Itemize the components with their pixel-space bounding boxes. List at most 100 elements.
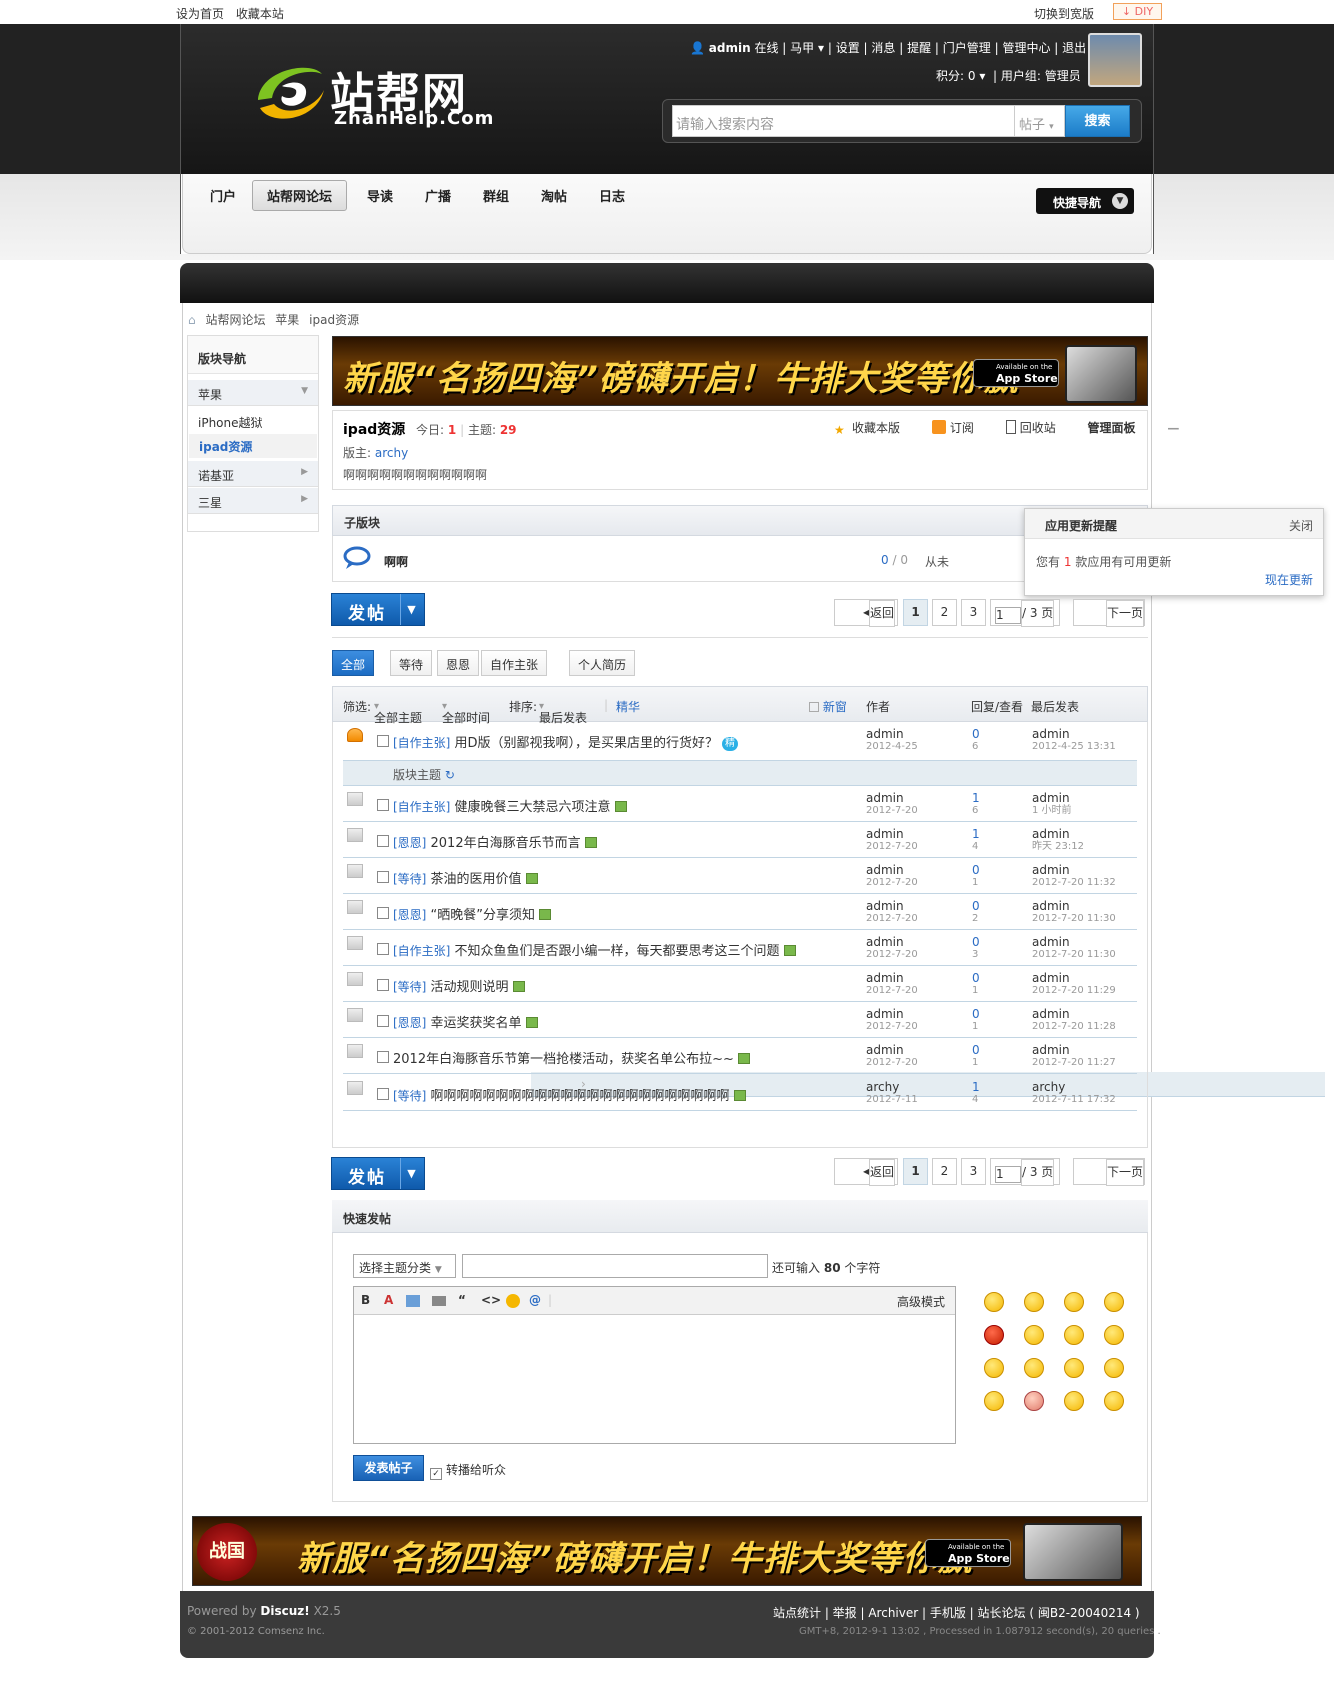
thread-checkbox[interactable] [377, 1051, 389, 1063]
smiley-icon[interactable] [984, 1391, 1004, 1411]
thread-author[interactable]: admin [866, 1007, 904, 1021]
table-row[interactable]: [等待] 茶油的医用价值 admin 2012-7-20 0 1 admin 2012-7-… [343, 858, 1137, 894]
sidebar-group-nokia[interactable]: 诺基亚 ▶ [188, 461, 318, 487]
mod-link[interactable]: archy [375, 446, 408, 460]
new-post-button[interactable]: 发帖 ▼ [331, 593, 425, 626]
nav-blog[interactable]: 日志 [599, 186, 625, 205]
ad-banner-top[interactable]: 新服“名扬四海”磅礴开启！牛排大奖等你赢 Available on the App… [332, 336, 1148, 406]
quote-icon[interactable]: “ [458, 1293, 466, 1307]
crumb-apple[interactable]: 苹果 [275, 313, 299, 327]
last-poster[interactable]: admin [1032, 863, 1070, 877]
nav-portal[interactable]: 门户 [210, 186, 236, 205]
nav-groups[interactable]: 群组 [483, 186, 509, 205]
crumb-ipad[interactable]: ipad资源 [309, 313, 359, 327]
switch-width-link[interactable]: 切换到宽版 [1034, 5, 1094, 22]
thread-checkbox[interactable] [377, 979, 389, 991]
font-color-icon[interactable]: A [384, 1293, 393, 1307]
thread-checkbox[interactable] [377, 1015, 389, 1027]
smiley-icon[interactable] [1064, 1325, 1084, 1345]
smiley-icon[interactable] [1064, 1292, 1084, 1312]
sort-select[interactable]: 最后发表 ▾ [539, 698, 587, 725]
thread-type[interactable]: [等待] [393, 872, 426, 886]
table-row[interactable]: [自作主张] 健康晚餐三大禁忌六项注意 admin 2012-7-20 1 6 admin… [343, 786, 1137, 822]
pager-back[interactable]: ◂ 返回 [834, 599, 898, 627]
subscribe-button[interactable]: 订阅 [931, 420, 988, 435]
table-row[interactable]: [恩恩] “晒晚餐”分享须知 admin 2012-7-20 0 2 admin 2012-… [343, 894, 1137, 930]
thread-checkbox[interactable] [377, 799, 389, 811]
thread-checkbox[interactable] [377, 871, 389, 883]
filter-all-time[interactable]: 全部时间 ▾ [442, 698, 490, 725]
nav-forum[interactable]: 站帮网论坛 [252, 180, 348, 211]
new-post-button-bottom[interactable]: 发帖 ▼ [331, 1157, 425, 1190]
crumb-forum[interactable]: 站帮网论坛 [205, 313, 265, 327]
last-poster[interactable]: admin [1032, 791, 1070, 805]
thread-title[interactable]: 不知众鱼鱼们是否跟小编一样，每天都要思考这三个问题 [455, 944, 780, 959]
smiley-icon[interactable] [984, 1325, 1004, 1345]
tab-waiting[interactable]: 等待 [390, 650, 433, 676]
pager-page-3[interactable]: 3 [961, 599, 986, 626]
tab-self[interactable]: 自作主张 [481, 650, 548, 676]
smiley-icon[interactable] [1024, 1358, 1044, 1378]
collapse-icon[interactable]: — [1167, 421, 1179, 435]
sidebar-group-samsung[interactable]: 三星 ▶ [188, 488, 318, 514]
table-row[interactable]: [自作主张] 不知众鱼鱼们是否跟小编一样，每天都要思考这三个问题 admin 201… [343, 930, 1137, 966]
chevron-down-icon[interactable]: ▼ [400, 594, 424, 625]
thread-title[interactable]: 茶油的医用价值 [431, 872, 522, 887]
tab-resume[interactable]: 个人简历 [569, 650, 636, 676]
post-editor[interactable]: B A “ <> @ | 高级模式 [353, 1286, 956, 1444]
credits-menu[interactable]: 积分: 0 ▾ [936, 69, 985, 83]
thread-author[interactable]: admin [866, 727, 904, 741]
table-row[interactable]: [等待] 活动规则说明 admin 2012-7-20 0 1 admin 2012-7-2… [343, 966, 1137, 1002]
pager-next[interactable]: 下一页 ▸ [1073, 1158, 1145, 1186]
pager-back[interactable]: ◂ 返回 [834, 1158, 898, 1186]
last-poster[interactable]: admin [1032, 1043, 1070, 1057]
bookmark-site-link[interactable]: 收藏本站 [236, 7, 284, 21]
username-link[interactable]: admin [709, 41, 751, 55]
set-home-link[interactable]: 设为首页 [176, 7, 224, 21]
advanced-mode-link[interactable]: 高级模式 [897, 1293, 945, 1310]
diy-button[interactable]: ↓ DIY [1113, 3, 1162, 20]
smiley-icon[interactable] [984, 1358, 1004, 1378]
table-row[interactable]: [自作主张] 用D版（别鄙视我啊），是买果店里的行货好？精 admin 2012-… [343, 722, 1137, 761]
pager-next[interactable]: 下一页 ▸ [1073, 599, 1145, 627]
post-title-input[interactable] [462, 1254, 768, 1278]
thread-type[interactable]: [恩恩] [393, 1016, 426, 1030]
thread-author[interactable]: admin [866, 935, 904, 949]
portal-admin-link[interactable]: 门户管理 [943, 41, 991, 55]
refresh-icon[interactable]: ↻ [445, 768, 455, 782]
thread-title[interactable]: 啊啊啊啊啊啊啊啊啊啊啊啊啊啊啊啊啊啊啊啊啊啊啊 [431, 1089, 730, 1104]
avatar[interactable] [1088, 33, 1142, 87]
search-type-select[interactable]: 帖子 ▾ [1015, 105, 1065, 137]
pager-page-2[interactable]: 2 [932, 1158, 957, 1185]
page-input[interactable]: 1 [995, 1166, 1021, 1183]
thread-author[interactable]: admin [866, 863, 904, 877]
thread-type[interactable]: [等待] [393, 980, 426, 994]
recycle-bin-button[interactable]: 回收站 [1005, 420, 1070, 435]
smiley-icon[interactable] [1104, 1358, 1124, 1378]
page-input[interactable]: 1 [995, 607, 1021, 624]
sidebar-group-apple[interactable]: 苹果 ▼ [188, 380, 318, 406]
ad-banner-bottom[interactable]: 战国 新服“名扬四海”磅礴开启！牛排大奖等你赢 Available on the… [192, 1516, 1142, 1586]
search-input[interactable]: 请输入搜索内容 [672, 105, 1015, 137]
sidebar-item-ipad[interactable]: ipad资源 [189, 434, 317, 458]
thread-checkbox[interactable] [377, 1088, 389, 1100]
thread-title[interactable]: 2012年白海豚音乐节而言 [431, 836, 581, 851]
thread-author[interactable]: admin [866, 791, 904, 805]
thread-title[interactable]: 用D版（别鄙视我啊），是买果店里的行货好？ [455, 736, 719, 751]
pager-page-3[interactable]: 3 [961, 1158, 986, 1185]
tab-enen[interactable]: 恩恩 [437, 650, 480, 676]
notices-link[interactable]: 提醒 [907, 41, 931, 55]
admin-panel-button[interactable]: 管理面板 [1088, 421, 1150, 435]
update-now-link[interactable]: 现在更新 [1265, 571, 1313, 588]
thread-type[interactable]: [等待] [393, 1089, 426, 1103]
quick-nav-button[interactable]: 快捷导航 ▼ [1036, 188, 1134, 214]
last-poster[interactable]: admin [1032, 1007, 1070, 1021]
thread-title[interactable]: 2012年白海豚音乐节第一档抢楼活动，获奖名单公布拉~~ [393, 1052, 734, 1067]
topic-category-select[interactable]: 选择主题分类 ▼ [353, 1254, 456, 1278]
settings-link[interactable]: 设置 [836, 41, 860, 55]
subforum-link[interactable]: 啊啊 [384, 553, 408, 570]
search-button[interactable]: 搜索 [1065, 105, 1130, 137]
last-poster[interactable]: admin [1032, 935, 1070, 949]
thread-author[interactable]: admin [866, 899, 904, 913]
admin-center-link[interactable]: 管理中心 [1002, 41, 1050, 55]
